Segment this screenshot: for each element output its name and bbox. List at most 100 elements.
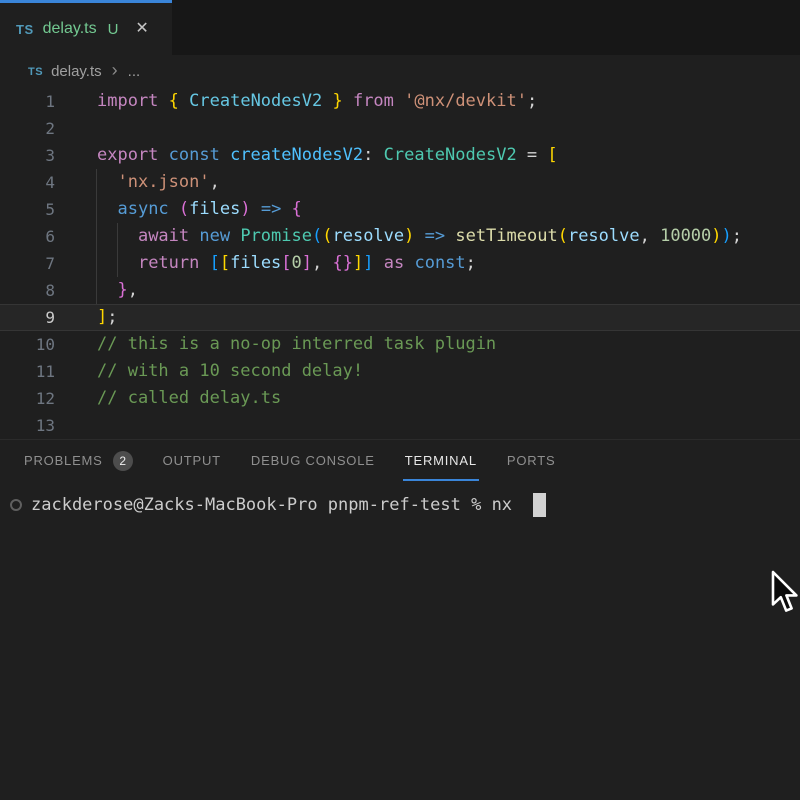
code-token: ;: [107, 307, 117, 327]
code-token: ]: [302, 253, 312, 273]
tab-ports-label: PORTS: [507, 453, 556, 468]
tab-problems-label: PROBLEMS: [24, 453, 103, 468]
breadcrumb: TS delay.ts › ...: [0, 55, 800, 88]
code-editor[interactable]: 1import { CreateNodesV2 } from '@nx/devk…: [0, 88, 800, 439]
code-token: resolve: [332, 226, 404, 246]
code-line[interactable]: 5 async (files) => {: [0, 196, 800, 223]
line-number[interactable]: 9: [0, 305, 55, 330]
code-token: import: [97, 91, 169, 111]
tab-terminal-label: TERMINAL: [405, 453, 477, 468]
tab-problems[interactable]: PROBLEMS 2: [22, 440, 135, 481]
code-line[interactable]: 9];: [0, 304, 800, 331]
line-number[interactable]: 6: [0, 223, 55, 250]
tab-filename: delay.ts: [43, 20, 97, 38]
code-token: {}: [333, 253, 353, 273]
code-line-text: import { CreateNodesV2 } from '@nx/devki…: [55, 88, 537, 115]
code-token: 0: [292, 253, 302, 273]
code-line-text: return [[files[0], {}]] as const;: [55, 250, 476, 277]
code-token: createNodesV2: [230, 145, 363, 165]
breadcrumb-file[interactable]: delay.ts: [51, 63, 102, 80]
tab-delay-ts[interactable]: TS delay.ts U ✕: [0, 0, 172, 55]
code-token: 'nx.json': [117, 172, 209, 192]
code-line[interactable]: 4 'nx.json',: [0, 169, 800, 196]
code-token: // this is a no-op interred task plugin: [97, 334, 496, 354]
code-line[interactable]: 10 // this is a no-op interred task plugi…: [0, 331, 800, 358]
line-number[interactable]: 11: [0, 358, 55, 385]
code-token: CreateNodesV2: [189, 91, 322, 111]
code-token: [97, 172, 117, 192]
code-line[interactable]: 2: [0, 115, 800, 142]
code-line-text: export const createNodesV2: CreateNodesV…: [55, 142, 558, 169]
terminal-prompt-line: zackderose@Zacks-MacBook-Pro pnpm-ref-te…: [10, 491, 800, 519]
code-token: ): [711, 226, 721, 246]
code-token: ;: [527, 91, 537, 111]
command-decoration-icon[interactable]: [10, 499, 22, 511]
code-line[interactable]: 7 return [[files[0], {}]] as const;: [0, 250, 800, 277]
code-token: // called delay.ts: [97, 388, 281, 408]
typescript-file-icon: TS: [16, 22, 34, 37]
code-token: ): [240, 199, 250, 219]
code-line[interactable]: 11// with a 10 second delay!: [0, 358, 800, 385]
line-number[interactable]: 5: [0, 196, 55, 223]
code-token: (: [179, 199, 189, 219]
terminal-view[interactable]: zackderose@Zacks-MacBook-Pro pnpm-ref-te…: [0, 481, 800, 519]
terminal-prompt-text: zackderose@Zacks-MacBook-Pro pnpm-ref-te…: [31, 495, 522, 515]
code-token: [: [220, 253, 230, 273]
tab-terminal[interactable]: TERMINAL: [403, 440, 479, 481]
code-token: await: [138, 226, 199, 246]
code-line-text: // with a 10 second delay!: [55, 358, 363, 385]
code-token: [: [547, 145, 557, 165]
code-token: return: [138, 253, 210, 273]
code-line[interactable]: 8 },: [0, 277, 800, 304]
code-token: const: [169, 145, 230, 165]
code-token: ,: [312, 253, 332, 273]
code-line[interactable]: 12 // called delay.ts: [0, 385, 800, 412]
line-number[interactable]: 10: [0, 331, 55, 358]
problems-count-badge: 2: [113, 451, 133, 471]
code-token: ): [722, 226, 732, 246]
tab-output[interactable]: OUTPUT: [161, 440, 223, 481]
code-line-text: ];: [55, 305, 118, 330]
code-token: ]: [363, 253, 373, 273]
close-icon[interactable]: ✕: [135, 21, 148, 37]
mouse-pointer-icon: [770, 570, 798, 619]
code-line[interactable]: 3export const createNodesV2: CreateNodes…: [0, 142, 800, 169]
code-line-text: await new Promise((resolve) => setTimeou…: [55, 223, 742, 250]
code-line-text: 'nx.json',: [55, 169, 220, 196]
code-token: setTimeout: [455, 226, 557, 246]
code-line[interactable]: 6 await new Promise((resolve) => setTime…: [0, 223, 800, 250]
line-number[interactable]: 13: [0, 412, 55, 439]
typescript-file-icon: TS: [28, 66, 43, 78]
code-token: [97, 199, 117, 219]
code-line-text: async (files) => {: [55, 196, 302, 223]
code-token: files: [189, 199, 240, 219]
indent-guide: [96, 169, 97, 304]
code-token: (: [558, 226, 568, 246]
code-token: as: [374, 253, 415, 273]
code-token: (: [312, 226, 322, 246]
code-token: const: [414, 253, 465, 273]
code-token: async: [117, 199, 178, 219]
tab-debug-console[interactable]: DEBUG CONSOLE: [249, 440, 377, 481]
code-line-text: // called delay.ts: [55, 385, 281, 412]
breadcrumb-symbol-ellipsis[interactable]: ...: [128, 63, 141, 80]
code-token: {: [292, 199, 302, 219]
line-number[interactable]: 1: [0, 88, 55, 115]
line-number[interactable]: 12: [0, 385, 55, 412]
line-number[interactable]: 2: [0, 115, 55, 142]
tab-ports[interactable]: PORTS: [505, 440, 558, 481]
code-token: (: [322, 226, 332, 246]
code-token: [: [210, 253, 220, 273]
indent-guide: [117, 223, 118, 277]
line-number[interactable]: 3: [0, 142, 55, 169]
line-number[interactable]: 7: [0, 250, 55, 277]
code-token: ,: [640, 226, 660, 246]
code-token: [97, 280, 117, 300]
code-token: resolve: [568, 226, 640, 246]
line-number[interactable]: 4: [0, 169, 55, 196]
line-number[interactable]: 8: [0, 277, 55, 304]
code-line[interactable]: 13: [0, 412, 800, 439]
code-line-text: [55, 412, 97, 439]
code-token: [179, 91, 189, 111]
code-line[interactable]: 1import { CreateNodesV2 } from '@nx/devk…: [0, 88, 800, 115]
